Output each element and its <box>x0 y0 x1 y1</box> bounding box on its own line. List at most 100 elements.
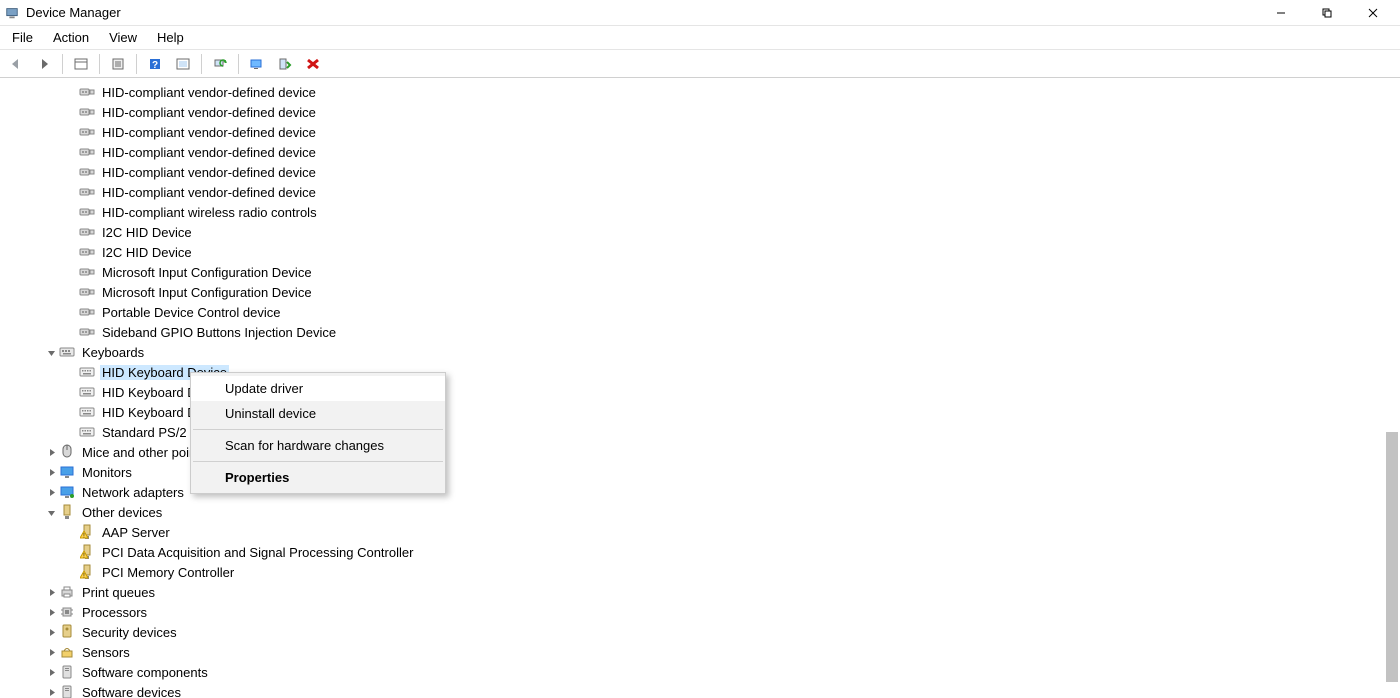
tree-item-label: Software components <box>80 665 210 680</box>
expander-icon[interactable] <box>44 485 58 499</box>
forward-button[interactable] <box>32 53 56 75</box>
tree-item-hid-device[interactable]: HID-compliant vendor-defined device <box>12 102 1400 122</box>
tree-item-hid-device[interactable]: HID-compliant vendor-defined device <box>12 142 1400 162</box>
tree-item-hid-device[interactable]: HID-compliant vendor-defined device <box>12 82 1400 102</box>
tree-item-hid-device[interactable]: Sideband GPIO Buttons Injection Device <box>12 322 1400 342</box>
menu-view[interactable]: View <box>99 27 147 48</box>
tree-item-label: Processors <box>80 605 149 620</box>
tree-item-other-device[interactable]: !PCI Data Acquisition and Signal Process… <box>12 542 1400 562</box>
toolbar-separator <box>201 54 202 74</box>
tree-item-label: Mice and other poin <box>80 445 198 460</box>
hid-device-icon <box>78 283 96 301</box>
uninstall-device-button[interactable] <box>301 53 325 75</box>
tree-item-label: I2C HID Device <box>100 245 194 260</box>
window-title: Device Manager <box>26 5 121 20</box>
expander-icon[interactable] <box>44 445 58 459</box>
enable-device-button[interactable] <box>273 53 297 75</box>
update-driver-button[interactable] <box>245 53 269 75</box>
tree-item-hid-device[interactable]: HID-compliant vendor-defined device <box>12 162 1400 182</box>
tree-item-label: HID-compliant vendor-defined device <box>100 85 318 100</box>
expander-icon[interactable] <box>44 505 58 519</box>
tree-item-label: PCI Data Acquisition and Signal Processi… <box>100 545 415 560</box>
toolbar-separator <box>62 54 63 74</box>
action-button[interactable] <box>171 53 195 75</box>
tree-item-hid-device[interactable]: HID-compliant wireless radio controls <box>12 202 1400 222</box>
expander-icon[interactable] <box>44 625 58 639</box>
tree-item-label: Sensors <box>80 645 132 660</box>
tree-category-security[interactable]: Security devices <box>12 622 1400 642</box>
hid-device-icon <box>78 203 96 221</box>
scan-hardware-button[interactable] <box>208 53 232 75</box>
minimize-button[interactable] <box>1258 0 1304 26</box>
tree-item-label: HID-compliant vendor-defined device <box>100 165 318 180</box>
hid-device-icon <box>78 103 96 121</box>
keyboard-category-icon <box>58 343 76 361</box>
tree-item-label: Sideband GPIO Buttons Injection Device <box>100 325 338 340</box>
hid-device-icon <box>78 223 96 241</box>
tree-item-hid-device[interactable]: HID-compliant vendor-defined device <box>12 182 1400 202</box>
menu-action[interactable]: Action <box>43 27 99 48</box>
tree-item-hid-device[interactable]: Microsoft Input Configuration Device <box>12 282 1400 302</box>
expander-icon[interactable] <box>44 585 58 599</box>
scrollbar-thumb[interactable] <box>1386 432 1398 682</box>
tree-category-swdev[interactable]: Software devices <box>12 682 1400 698</box>
tree-item-label: Keyboards <box>80 345 146 360</box>
tree-category-print[interactable]: Print queues <box>12 582 1400 602</box>
tree-item-other-device[interactable]: ! AAP Server <box>12 522 1400 542</box>
tree-category-sensors[interactable]: Sensors <box>12 642 1400 662</box>
tree-category-processors[interactable]: Processors <box>12 602 1400 622</box>
maximize-button[interactable] <box>1304 0 1350 26</box>
tree-category-other[interactable]: Other devices <box>12 502 1400 522</box>
expander-icon[interactable] <box>44 665 58 679</box>
security-category-icon <box>58 623 76 641</box>
tree-item-label: Microsoft Input Configuration Device <box>100 285 314 300</box>
context-separator <box>193 461 443 462</box>
tree-category-swcomp[interactable]: Software components <box>12 662 1400 682</box>
tree-item-label: HID-compliant wireless radio controls <box>100 205 319 220</box>
menu-help[interactable]: Help <box>147 27 194 48</box>
tree-item-hid-device[interactable]: Portable Device Control device <box>12 302 1400 322</box>
tree-item-hid-device[interactable]: I2C HID Device <box>12 242 1400 262</box>
svg-text:?: ? <box>152 60 158 71</box>
show-hide-tree-button[interactable] <box>69 53 93 75</box>
tree-item-label: Monitors <box>80 465 134 480</box>
keyboard-icon <box>78 383 96 401</box>
hid-device-icon <box>78 303 96 321</box>
menu-file[interactable]: File <box>2 27 43 48</box>
software-devices-category-icon <box>58 683 76 698</box>
tree-item-label: Network adapters <box>80 485 186 500</box>
tree-item-hid-device[interactable]: HID-compliant vendor-defined device <box>12 122 1400 142</box>
other-devices-category-icon <box>58 503 76 521</box>
toolbar-separator <box>99 54 100 74</box>
expander-icon[interactable] <box>44 465 58 479</box>
tree-item-other-device[interactable]: !PCI Memory Controller <box>12 562 1400 582</box>
scrollbar-track[interactable] <box>1384 80 1398 696</box>
help-button[interactable]: ? <box>143 53 167 75</box>
processor-category-icon <box>58 603 76 621</box>
monitor-category-icon <box>58 463 76 481</box>
toolbar: ? <box>0 50 1400 78</box>
hid-device-icon <box>78 183 96 201</box>
expander-icon[interactable] <box>44 645 58 659</box>
warning-device-icon: ! <box>78 523 96 541</box>
close-button[interactable] <box>1350 0 1396 26</box>
tree-item-hid-device[interactable]: Microsoft Input Configuration Device <box>12 262 1400 282</box>
context-properties[interactable]: Properties <box>191 465 445 490</box>
context-update-driver[interactable]: Update driver <box>191 376 445 401</box>
back-button[interactable] <box>4 53 28 75</box>
context-scan-hardware[interactable]: Scan for hardware changes <box>191 433 445 458</box>
tree-item-label: HID-compliant vendor-defined device <box>100 145 318 160</box>
network-category-icon <box>58 483 76 501</box>
expander-icon[interactable] <box>44 605 58 619</box>
keyboard-icon <box>78 363 96 381</box>
sensor-category-icon <box>58 643 76 661</box>
hid-device-icon <box>78 163 96 181</box>
tree-category-keyboards[interactable]: Keyboards <box>12 342 1400 362</box>
properties-button[interactable] <box>106 53 130 75</box>
tree-item-label: AAP Server <box>100 525 172 540</box>
tree-item-label: PCI Memory Controller <box>100 565 236 580</box>
tree-item-hid-device[interactable]: I2C HID Device <box>12 222 1400 242</box>
expander-icon[interactable] <box>44 685 58 698</box>
context-uninstall-device[interactable]: Uninstall device <box>191 401 445 426</box>
expander-icon[interactable] <box>44 345 58 359</box>
